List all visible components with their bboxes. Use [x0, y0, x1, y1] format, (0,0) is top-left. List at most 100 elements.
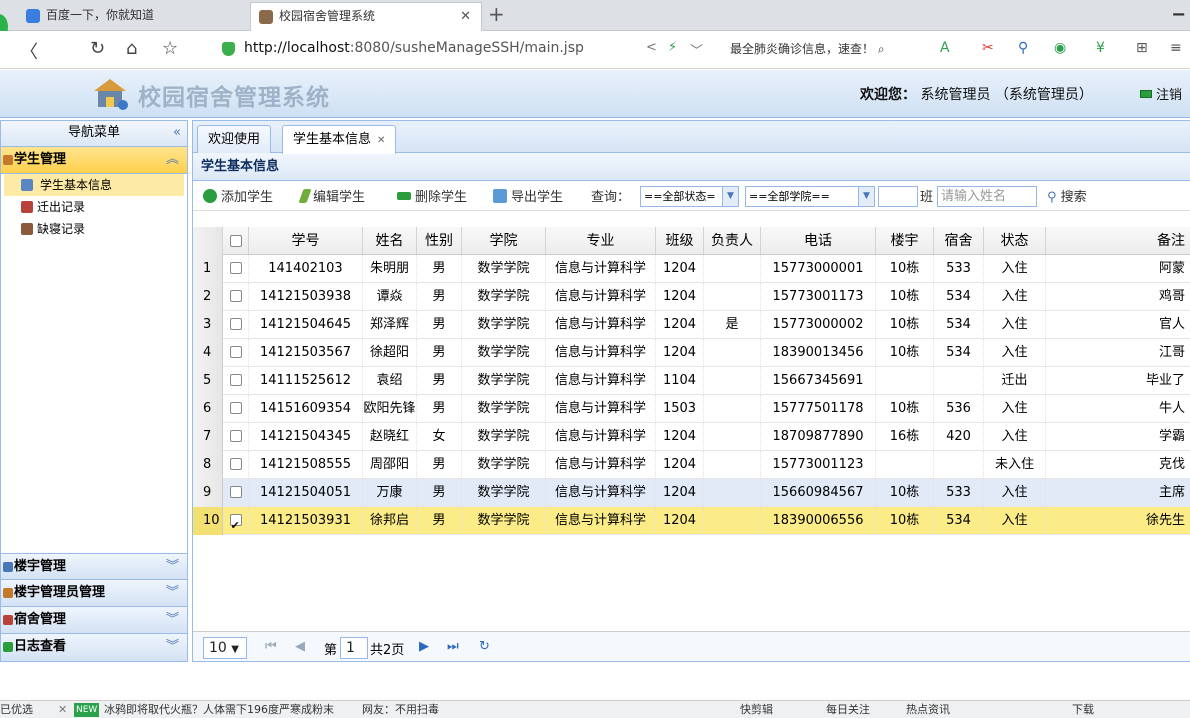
scissors-icon[interactable]: ✂	[982, 40, 994, 56]
table-row[interactable]: 1 141402103 朱明朋男数学学院 信息与计算科学 1204 15773000001…	[193, 255, 1190, 283]
row-checkbox[interactable]	[229, 318, 242, 330]
col-header-id[interactable]: 学号	[249, 227, 363, 255]
sidebar-group-student[interactable]: 学生管理 ︽	[1, 147, 187, 174]
col-header-major[interactable]: 专业	[546, 227, 656, 255]
table-row[interactable]: 5 14111525612 袁绍男数学学院 信息与计算科学 1104 1566734569…	[193, 367, 1190, 395]
col-header-class[interactable]: 班级	[656, 227, 704, 255]
select-all-checkbox[interactable]	[223, 227, 249, 255]
first-page-icon[interactable]: ⏮	[265, 639, 277, 654]
last-page-icon[interactable]: ⏭	[447, 639, 459, 654]
chevron-down-icon[interactable]: ︾	[166, 554, 179, 580]
url-input[interactable]: http://localhost:8080/susheManageSSH/mai…	[214, 35, 714, 63]
tab-student-info[interactable]: 学生基本信息 ✕	[282, 125, 397, 154]
chevron-down-icon[interactable]: ︾	[166, 580, 179, 606]
page-size-select[interactable]: 10 ▼	[203, 637, 247, 659]
status-news[interactable]: 冰鸦即将取代火瓶？人体需下196度严寒成粉末	[104, 701, 334, 718]
tab-close-icon[interactable]: ✕	[460, 3, 471, 30]
table-row[interactable]: 10 14121503931徐邦启男数学学院信息与计算科学1204 18390006…	[193, 507, 1190, 535]
tab-close-icon[interactable]: ✕	[377, 135, 385, 146]
row-checkbox[interactable]	[229, 512, 242, 535]
col-header-sex[interactable]: 性别	[417, 227, 462, 255]
status-download[interactable]: 下载	[1072, 701, 1094, 718]
logout-button[interactable]: 注销	[1140, 84, 1182, 103]
add-student-button[interactable]: 添加学生	[203, 186, 273, 205]
row-checkbox-cell[interactable]	[223, 507, 249, 535]
new-tab-button[interactable]: +	[488, 2, 505, 26]
chevron-up-icon[interactable]: ︽	[166, 147, 179, 173]
favorite-star-icon[interactable]: ☆	[162, 38, 178, 59]
search-extension-icon[interactable]: ⚲	[1018, 40, 1028, 56]
col-header-status[interactable]: 状态	[984, 227, 1046, 255]
sidebar-item-student-info[interactable]: 学生基本信息	[4, 174, 184, 196]
row-checkbox-cell[interactable]	[223, 479, 249, 507]
menu-icon[interactable]: ≡	[1170, 40, 1182, 56]
status-hot-news[interactable]: 热点资讯	[906, 701, 950, 718]
chevron-down-icon[interactable]: ︾	[166, 634, 179, 660]
row-checkbox-cell[interactable]	[223, 395, 249, 423]
wallet-extension-icon[interactable]: ¥	[1096, 40, 1105, 56]
col-header-building[interactable]: 楼宇	[876, 227, 934, 255]
row-checkbox[interactable]	[229, 430, 242, 442]
col-header-leader[interactable]: 负责人	[704, 227, 761, 255]
game-extension-icon[interactable]: ◉	[1054, 40, 1066, 56]
row-checkbox-cell[interactable]	[223, 367, 249, 395]
table-row[interactable]: 4 14121503567 徐超阳男数学学院 信息与计算科学 1204 183900134…	[193, 339, 1190, 367]
sidebar-item-moveout[interactable]: 迁出记录	[1, 196, 187, 218]
row-checkbox[interactable]	[229, 458, 242, 470]
row-checkbox-cell[interactable]	[223, 423, 249, 451]
prev-page-icon[interactable]: ◀	[295, 639, 305, 654]
sidebar-group-building-admin[interactable]: 楼宇管理员管理 ︾	[1, 580, 187, 607]
row-checkbox[interactable]	[229, 402, 242, 414]
close-icon[interactable]: ✕	[58, 701, 67, 718]
table-row[interactable]: 9 14121504051 万康男数学学院 信息与计算科学 1204 1566098456…	[193, 479, 1190, 507]
status-quick-edit[interactable]: 快剪辑	[740, 701, 773, 718]
row-checkbox-cell[interactable]	[223, 255, 249, 283]
row-checkbox-cell[interactable]	[223, 283, 249, 311]
export-student-button[interactable]: 导出学生	[493, 186, 563, 205]
browser-tab-dorm-system[interactable]: 校园宿舍管理系统 ✕	[250, 2, 482, 31]
home-icon[interactable]: ⌂	[126, 38, 137, 59]
row-checkbox[interactable]	[229, 290, 242, 302]
college-select[interactable]: ==全部学院== ▼	[745, 186, 875, 207]
status-daily[interactable]: 每日关注	[826, 701, 870, 718]
row-checkbox-cell[interactable]	[223, 311, 249, 339]
share-icon[interactable]: <	[646, 40, 657, 55]
row-checkbox[interactable]	[229, 486, 242, 498]
col-header-college[interactable]: 学院	[462, 227, 546, 255]
refresh-icon[interactable]: ↻	[479, 639, 490, 654]
col-header-name[interactable]: 姓名	[363, 227, 417, 255]
collapse-sidebar-icon[interactable]: «	[173, 121, 181, 145]
sidebar-group-building[interactable]: 楼宇管理 ︾	[1, 553, 187, 580]
table-row[interactable]: 8 14121508555 周邵阳男数学学院 信息与计算科学 1204 157730011…	[193, 451, 1190, 479]
page-number-input[interactable]: 1	[340, 637, 368, 659]
class-input[interactable]	[878, 186, 918, 207]
status-news-2[interactable]: 网友：不用扫毒	[362, 701, 439, 718]
table-row[interactable]: 6 14151609354 欧阳先锋男数学学院 信息与计算科学 1503 15777501…	[193, 395, 1190, 423]
table-row[interactable]: 2 14121503938 谭焱男数学学院 信息与计算科学 1204 1577300117…	[193, 283, 1190, 311]
reload-icon[interactable]: ↻	[90, 38, 105, 59]
row-checkbox[interactable]	[229, 374, 242, 386]
row-checkbox-cell[interactable]	[223, 451, 249, 479]
row-checkbox[interactable]	[229, 262, 242, 274]
table-row[interactable]: 7 14121504345 赵晓红女数学学院 信息与计算科学 1204 187098778…	[193, 423, 1190, 451]
row-checkbox-cell[interactable]	[223, 339, 249, 367]
search-button[interactable]: ⚲ 搜索	[1047, 186, 1087, 205]
sidebar-item-absence[interactable]: 缺寝记录	[1, 218, 187, 240]
grid-apps-icon[interactable]: ⊞	[1136, 40, 1148, 56]
delete-student-button[interactable]: 删除学生	[397, 186, 467, 205]
sidebar-group-dorm[interactable]: 宿舍管理 ︾	[1, 607, 187, 634]
lightning-icon[interactable]: ⚡	[668, 40, 677, 55]
chevron-down-icon[interactable]: ︾	[166, 607, 179, 633]
name-search-input[interactable]: 请输入姓名	[937, 186, 1037, 207]
dropdown-chevron-icon[interactable]: ﹀	[690, 40, 703, 59]
row-checkbox[interactable]	[229, 346, 242, 358]
checkbox[interactable]	[229, 235, 242, 247]
col-header-note[interactable]: 备注	[1046, 227, 1190, 255]
sidebar-group-log[interactable]: 日志查看 ︾	[1, 634, 187, 661]
window-minimize-icon[interactable]: ▁	[1173, 0, 1184, 16]
table-row[interactable]: 3 14121504645 郑泽辉男数学学院 信息与计算科学 1204 是 15773000…	[193, 311, 1190, 339]
col-header-room[interactable]: 宿舍	[934, 227, 984, 255]
status-select[interactable]: ==全部状态= ▼	[640, 186, 739, 207]
edit-student-button[interactable]: 编辑学生	[298, 186, 365, 205]
col-header-phone[interactable]: 电话	[761, 227, 876, 255]
